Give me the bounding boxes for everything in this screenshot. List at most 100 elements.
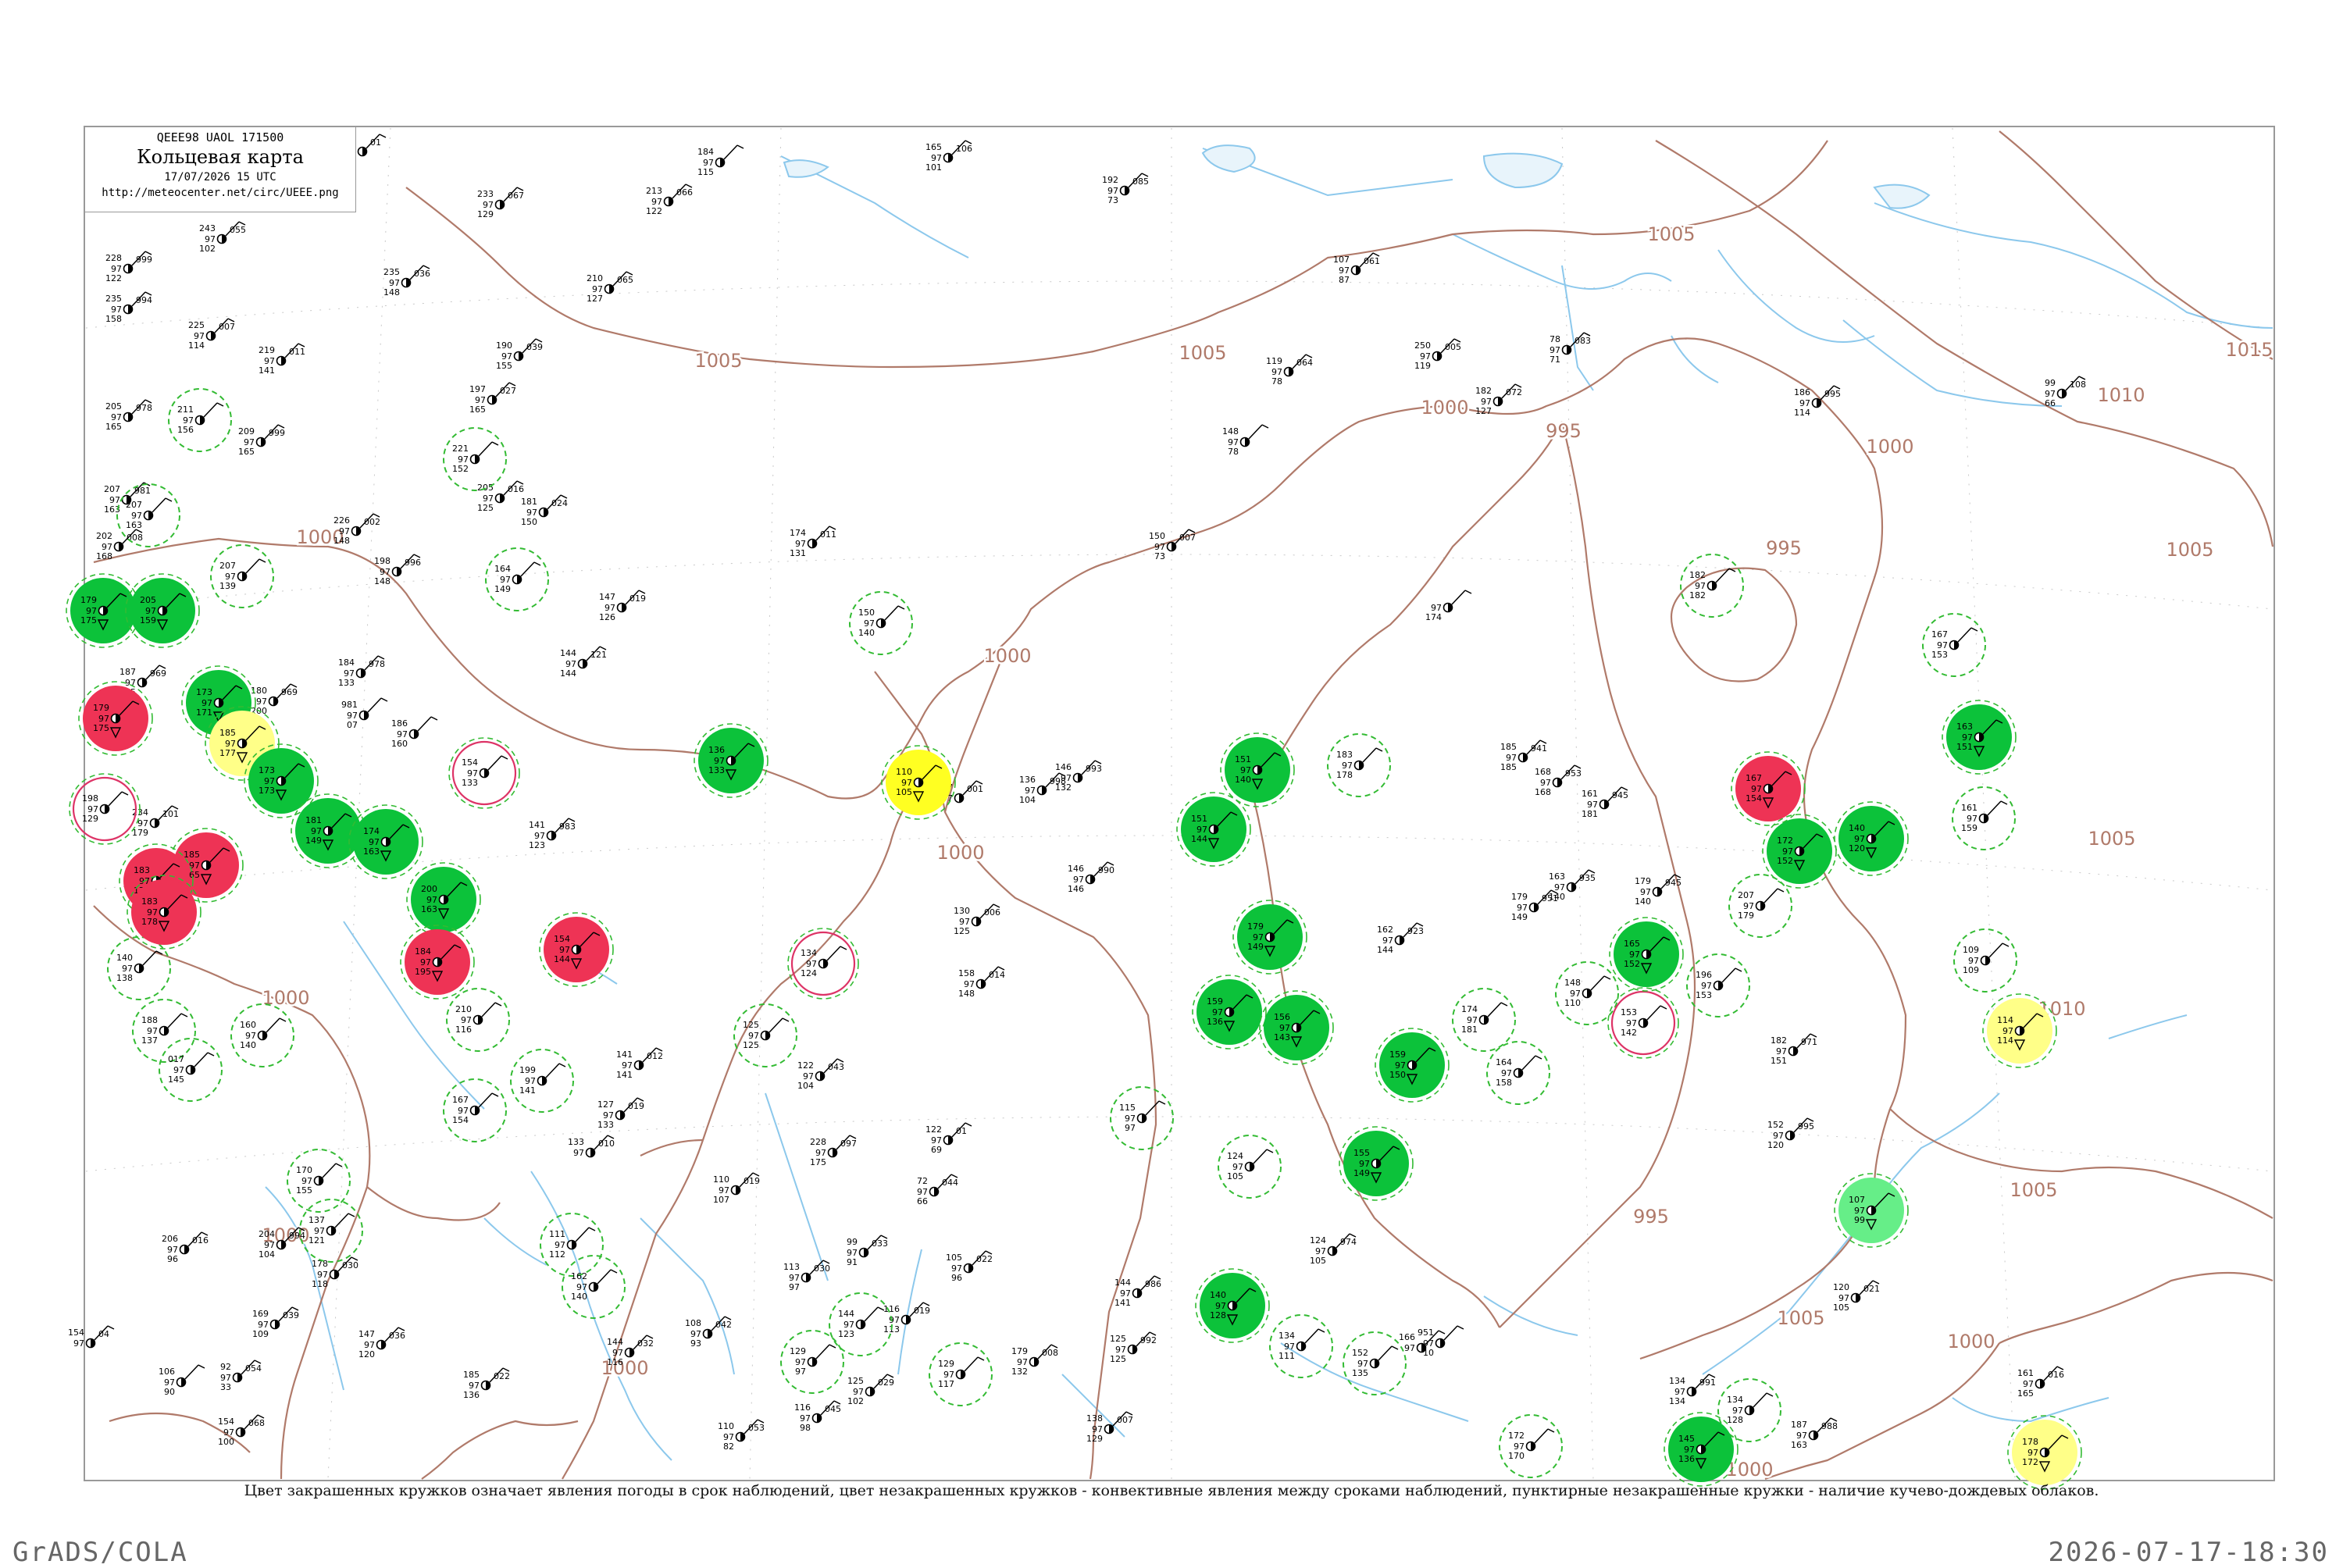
station-pressure: 981 xyxy=(134,486,151,496)
station-visibility: 97 xyxy=(1506,753,1517,763)
station-dewpoint: 87 xyxy=(1339,275,1350,285)
legend-title: Кольцевая карта xyxy=(137,146,304,168)
station-visibility: 97 xyxy=(1120,1288,1131,1299)
station-visibility: 97 xyxy=(795,1357,806,1367)
station-dewpoint: 129 xyxy=(82,814,98,824)
station-visibility: 97 xyxy=(592,284,603,294)
station-visibility: 97 xyxy=(1115,1345,1126,1355)
isobar-label: 1005 xyxy=(1777,1307,1824,1329)
station-visibility: 97 xyxy=(959,917,970,927)
station-dewpoint: 33 xyxy=(220,1382,231,1392)
station-temperature: 163 xyxy=(1956,722,1973,732)
station-temperature: 137 xyxy=(308,1215,325,1225)
station-dewpoint: 69 xyxy=(931,1145,942,1155)
station-temperature: 167 xyxy=(1931,629,1948,640)
station-visibility: 97 xyxy=(1092,1424,1103,1434)
station-dewpoint: 104 xyxy=(797,1081,814,1091)
isobar-label: 1015 xyxy=(2225,339,2273,361)
station-dewpoint: 132 xyxy=(1011,1367,1028,1377)
isobar-label: 1005 xyxy=(2010,1179,2057,1201)
station-dewpoint: 121 xyxy=(308,1235,325,1245)
station-dewpoint: 136 xyxy=(1207,1017,1223,1027)
station-visibility: 97 xyxy=(719,1185,729,1196)
station-temperature: 113 xyxy=(783,1262,800,1272)
station-visibility: 97 xyxy=(137,818,148,829)
station-temperature: 207 xyxy=(1738,890,1754,900)
legend-url[interactable]: http://meteocenter.net/circ/UEEE.png xyxy=(85,187,355,199)
station-pressure: 072 xyxy=(1506,387,1522,397)
station-dewpoint: 127 xyxy=(587,294,603,304)
station-dewpoint: 102 xyxy=(847,1396,864,1406)
station-temperature: 167 xyxy=(1746,773,1762,783)
station-visibility: 97 xyxy=(1279,1023,1290,1033)
station-temperature: 154 xyxy=(554,934,570,944)
station-temperature: 110 xyxy=(896,767,912,777)
station-dewpoint: 156 xyxy=(177,425,194,435)
station-visibility: 97 xyxy=(1554,882,1565,893)
station-temperature: 162 xyxy=(1377,925,1393,935)
station-visibility: 97 xyxy=(1626,1018,1637,1028)
station-temperature: 127 xyxy=(597,1099,614,1110)
station-visibility: 97 xyxy=(111,412,122,422)
station-visibility: 97 xyxy=(1776,1046,1787,1057)
station-temperature: 250 xyxy=(1414,340,1431,351)
station-pressure: 008 xyxy=(1042,1348,1058,1358)
station-visibility: 97 xyxy=(1514,1441,1525,1452)
station-dewpoint: 78 xyxy=(1228,447,1239,457)
station-visibility: 97 xyxy=(111,264,122,274)
station-temperature: 228 xyxy=(810,1137,826,1147)
station-temperature: 153 xyxy=(1621,1007,1637,1017)
station-visibility: 97 xyxy=(2027,1448,2038,1458)
station-visibility: 97 xyxy=(458,454,469,465)
station-temperature: 122 xyxy=(925,1124,942,1135)
station-pressure: 935 xyxy=(1579,873,1596,883)
station-temperature: 134 xyxy=(801,948,817,958)
station-dewpoint: 175 xyxy=(810,1157,826,1167)
station-dewpoint: 104 xyxy=(1019,795,1036,805)
station-temperature: 130 xyxy=(954,906,970,916)
station-visibility: 97 xyxy=(964,979,975,989)
station-temperature: 172 xyxy=(1508,1431,1525,1441)
station-pressure: 923 xyxy=(1407,926,1424,936)
station-pressure: 108 xyxy=(2070,380,2086,390)
station-dewpoint: 153 xyxy=(1696,990,1712,1000)
station-dewpoint: 90 xyxy=(164,1387,175,1397)
station-dewpoint: 102 xyxy=(199,244,216,254)
station-temperature: 179 xyxy=(80,595,97,605)
station-dewpoint: 140 xyxy=(1235,775,1251,785)
station-visibility: 97 xyxy=(576,1282,587,1292)
station-dewpoint: 114 xyxy=(1794,408,1810,418)
station-pressure: 011 xyxy=(820,529,836,540)
station-visibility: 97 xyxy=(1695,581,1706,591)
station-visibility: 97 xyxy=(173,1065,184,1075)
station-visibility: 97 xyxy=(501,351,512,362)
station-dewpoint: 133 xyxy=(462,778,478,788)
station-visibility: 97 xyxy=(201,698,212,708)
station-dewpoint: 114 xyxy=(188,340,205,351)
station-temperature: 107 xyxy=(1333,255,1350,265)
station-temperature: 125 xyxy=(847,1376,864,1386)
station-pressure: 097 xyxy=(840,1139,857,1149)
station-dewpoint: 159 xyxy=(140,615,156,625)
station-dewpoint: 165 xyxy=(2017,1388,2034,1399)
station-visibility: 97 xyxy=(853,1387,864,1397)
station-temperature: 207 xyxy=(104,484,120,494)
station-visibility: 97 xyxy=(225,739,236,749)
station-temperature: 211 xyxy=(177,404,194,415)
station-visibility: 97 xyxy=(245,1031,256,1041)
station-dewpoint: 122 xyxy=(105,273,122,283)
station-dewpoint: 138 xyxy=(116,973,133,983)
station-pressure: 021 xyxy=(1863,1284,1880,1294)
station-visibility: 97 xyxy=(1357,1359,1368,1369)
station-temperature: 185 xyxy=(463,1370,480,1380)
station-visibility: 97 xyxy=(800,1413,811,1424)
station-dewpoint: 141 xyxy=(519,1085,536,1096)
station-pressure: 990 xyxy=(1098,865,1114,875)
station-dewpoint: 152 xyxy=(1624,959,1640,969)
station-temperature: 179 xyxy=(1511,892,1528,902)
station-pressure: 999 xyxy=(136,255,152,265)
station-dewpoint: 120 xyxy=(1767,1140,1784,1150)
station-visibility: 97 xyxy=(1382,935,1393,946)
station-temperature: 141 xyxy=(529,820,545,830)
station-temperature: 206 xyxy=(162,1234,178,1244)
